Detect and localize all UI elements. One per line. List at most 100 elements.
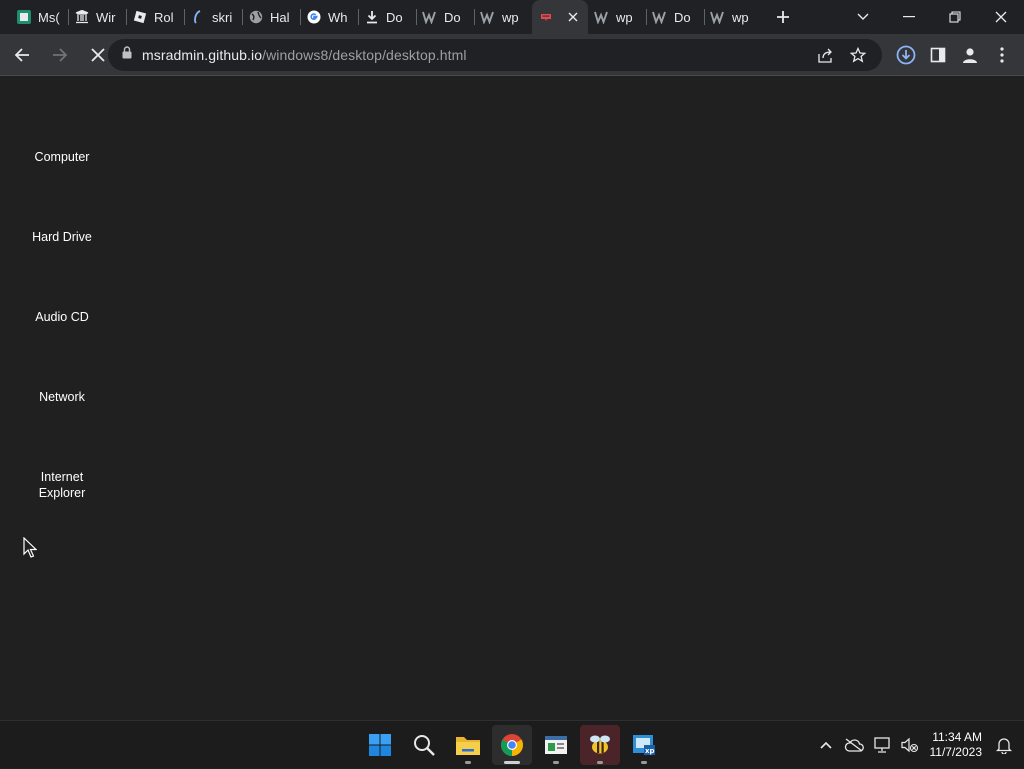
browser-tab[interactable]: Do (646, 0, 704, 34)
xp-app-button[interactable]: xp (624, 725, 664, 765)
tab-title: skri (212, 10, 232, 25)
browser-tab[interactable]: Wir (68, 0, 126, 34)
browser-tab[interactable]: wp (588, 0, 646, 34)
tab-title: wp (502, 10, 519, 25)
wordpress-icon (652, 9, 668, 25)
tab-close-icon[interactable] (568, 10, 578, 25)
clock-time: 11:34 AM (930, 730, 983, 745)
msc-icon (16, 9, 32, 25)
google-icon (306, 9, 322, 25)
desktop-icon-label: Internet Explorer (39, 470, 86, 500)
tab-title: Wh (328, 10, 348, 25)
tab-title: Do (444, 10, 461, 25)
browser-tab[interactable]: Wh (300, 0, 358, 34)
url-text[interactable]: msradmin.github.io/windows8/desktop/desk… (142, 47, 467, 63)
desktop-area: Computer Hard Drive Audio CD Network Int… (0, 77, 1024, 720)
forward-button[interactable] (44, 39, 76, 71)
onedrive-offline-icon[interactable] (840, 725, 868, 765)
volume-muted-icon[interactable] (896, 725, 924, 765)
show-hidden-icons-chevron-icon[interactable] (812, 725, 840, 765)
browser-tab[interactable]: Ms( (10, 0, 68, 34)
desktop-icon-label: Network (39, 390, 85, 404)
tab-title: Hal (270, 10, 290, 25)
tab-list: Ms( Wir Rol skri Hal Wh Do Do wp wp Do wp (0, 0, 798, 34)
clock[interactable]: 11:34 AM 11/7/2023 (924, 730, 991, 760)
new-tab-button[interactable] (768, 2, 798, 32)
wordpress-icon (480, 9, 496, 25)
desktop-icon-label: Audio CD (35, 310, 89, 324)
close-window-icon[interactable] (978, 0, 1024, 34)
chrome-icon (500, 733, 524, 757)
menu-kebab-icon[interactable] (986, 39, 1018, 71)
browser-tab-strip: Ms( Wir Rol skri Hal Wh Do Do wp wp Do wp (0, 0, 1024, 34)
desktop-icon-audio-cd[interactable]: Audio CD (22, 309, 102, 325)
file-explorer-button[interactable] (448, 725, 488, 765)
bookmark-star-icon[interactable] (842, 39, 874, 71)
mouse-cursor-icon (23, 537, 37, 559)
back-button[interactable] (6, 39, 38, 71)
wordpress-icon (710, 9, 726, 25)
tab-title: Ms( (38, 10, 60, 25)
restore-icon[interactable] (932, 0, 978, 34)
browser-tab[interactable]: skri (184, 0, 242, 34)
browser-tab[interactable]: Rol (126, 0, 184, 34)
skript-icon (190, 9, 206, 25)
window-app-button[interactable] (536, 725, 576, 765)
minimize-icon[interactable] (886, 0, 932, 34)
desktop-icon-hard-drive[interactable]: Hard Drive (22, 229, 102, 245)
tab-title: wp (732, 10, 749, 25)
browser-tab[interactable]: Do (416, 0, 474, 34)
download-indicator-icon[interactable] (890, 39, 922, 71)
wordpress-icon (594, 9, 610, 25)
desktop-icon-computer[interactable]: Computer (22, 149, 102, 165)
desktop-icon-internet-explorer[interactable]: Internet Explorer (22, 469, 102, 501)
bee-icon (587, 733, 613, 757)
taskbar: xp 11:34 AM 11/7/2023 (0, 720, 1024, 768)
folder-icon (455, 734, 481, 756)
tab-search-icon[interactable] (840, 0, 886, 34)
download-icon (364, 9, 380, 25)
clock-date: 11/7/2023 (930, 745, 983, 760)
svg-text:xp: xp (645, 747, 655, 755)
wordpress-icon (422, 9, 438, 25)
plus-icon (776, 10, 790, 24)
notification-bell-icon[interactable] (990, 725, 1018, 765)
profile-icon[interactable] (954, 39, 986, 71)
browser-toolbar: msradmin.github.io/windows8/desktop/desk… (0, 34, 1024, 76)
desktop-icon-network[interactable]: Network (22, 389, 102, 405)
page-loading-icon (538, 9, 554, 25)
wikipedia-library-icon (74, 9, 90, 25)
address-bar[interactable]: msradmin.github.io/windows8/desktop/desk… (108, 39, 882, 71)
browser-tab[interactable]: wp (474, 0, 532, 34)
roblox-icon (132, 9, 148, 25)
browser-tab[interactable] (532, 0, 588, 34)
lock-icon[interactable] (122, 46, 132, 64)
browser-tab[interactable]: wp (704, 0, 762, 34)
search-button[interactable] (404, 725, 444, 765)
window-app-icon (544, 734, 568, 756)
url-path: /windows8/desktop/desktop.html (262, 47, 467, 63)
windows-logo-icon (368, 733, 392, 757)
tab-title: wp (616, 10, 633, 25)
browser-tab[interactable]: Hal (242, 0, 300, 34)
taskbar-apps: xp (358, 721, 666, 769)
tab-title: Rol (154, 10, 174, 25)
tab-title: Wir (96, 10, 116, 25)
window-controls (840, 0, 1024, 34)
xp-icon: xp (632, 733, 656, 757)
system-tray: 11:34 AM 11/7/2023 (812, 721, 1024, 769)
desktop-icon-label: Hard Drive (32, 230, 92, 244)
chrome-button[interactable] (492, 725, 532, 765)
share-icon[interactable] (810, 39, 842, 71)
tab-title: Do (386, 10, 403, 25)
tab-title: Do (674, 10, 691, 25)
start-button[interactable] (360, 725, 400, 765)
side-panel-icon[interactable] (922, 39, 954, 71)
url-host: msradmin.github.io (142, 47, 262, 63)
bee-app-button[interactable] (580, 725, 620, 765)
desktop-icon-label: Computer (35, 150, 90, 164)
globe-icon (248, 9, 264, 25)
search-icon (412, 733, 436, 757)
network-icon[interactable] (868, 725, 896, 765)
browser-tab[interactable]: Do (358, 0, 416, 34)
